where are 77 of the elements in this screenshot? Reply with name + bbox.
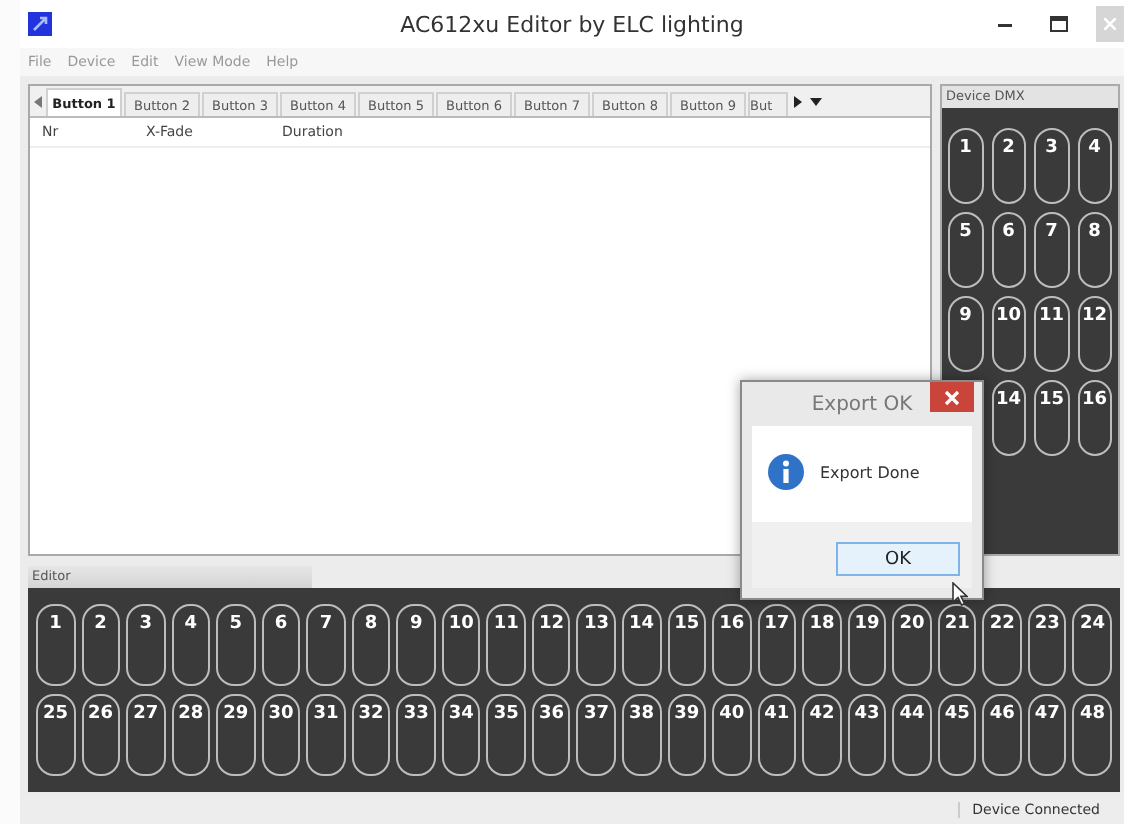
- channel-pad[interactable]: 14: [622, 604, 662, 686]
- channel-pad[interactable]: 23: [1027, 604, 1067, 686]
- channel-pad[interactable]: 13: [576, 604, 617, 686]
- app-icon: [28, 12, 52, 36]
- channel-pad[interactable]: 3: [1034, 128, 1069, 204]
- channel-pad[interactable]: 43: [847, 694, 887, 776]
- channel-pad[interactable]: 17: [757, 604, 797, 686]
- channel-pad[interactable]: 31: [306, 694, 346, 776]
- close-icon: [1104, 18, 1116, 30]
- channel-pad[interactable]: 24: [1072, 604, 1112, 686]
- channel-pad[interactable]: 2: [991, 128, 1026, 204]
- channel-pad[interactable]: 6: [991, 212, 1026, 288]
- channel-pad[interactable]: 20: [892, 604, 932, 686]
- channel-pad[interactable]: 4: [171, 604, 211, 686]
- maximize-button[interactable]: [1044, 10, 1072, 38]
- channel-pad[interactable]: 39: [667, 694, 707, 776]
- dropdown-icon[interactable]: [810, 98, 822, 106]
- channel-pad[interactable]: 32: [351, 694, 391, 776]
- channel-pad[interactable]: 1: [36, 604, 76, 686]
- channel-pad[interactable]: 7: [306, 604, 346, 686]
- channel-pad[interactable]: 9: [396, 604, 436, 686]
- channel-pad[interactable]: 40: [712, 694, 752, 776]
- channel-pad[interactable]: 41: [757, 694, 797, 776]
- channel-pad[interactable]: 19: [847, 604, 887, 686]
- scroll-left-icon[interactable]: [34, 96, 42, 108]
- channel-pad[interactable]: 29: [216, 694, 256, 776]
- channel-pad[interactable]: 4: [1077, 128, 1112, 204]
- channel-pad[interactable]: 16: [1077, 380, 1112, 456]
- channel-pad[interactable]: 21: [937, 604, 977, 686]
- ok-button[interactable]: OK: [836, 542, 960, 576]
- channel-pad[interactable]: 10: [441, 604, 481, 686]
- channel-pad[interactable]: 22: [982, 604, 1022, 686]
- channel-pad[interactable]: 37: [576, 694, 617, 776]
- channel-pad[interactable]: 25: [36, 694, 76, 776]
- channel-pad[interactable]: 8: [351, 604, 391, 686]
- channel-pad[interactable]: 42: [802, 694, 842, 776]
- channel-pad[interactable]: 16: [712, 604, 752, 686]
- channel-pad[interactable]: 33: [396, 694, 436, 776]
- channel-pad[interactable]: 14: [991, 380, 1026, 456]
- channel-pad[interactable]: 12: [531, 604, 571, 686]
- channel-pad[interactable]: 30: [261, 694, 301, 776]
- dialog-message: Export Done: [820, 463, 920, 481]
- channel-pad[interactable]: 36: [531, 694, 571, 776]
- channel-pad[interactable]: 5: [216, 604, 256, 686]
- channel-pad[interactable]: 11: [1034, 296, 1069, 372]
- channel-pad[interactable]: 3: [126, 604, 166, 686]
- channel-pad[interactable]: 8: [1077, 212, 1112, 288]
- channel-pad[interactable]: 47: [1027, 694, 1067, 776]
- channel-pad[interactable]: 26: [81, 694, 121, 776]
- channel-pad[interactable]: 48: [1072, 694, 1112, 776]
- channel-pad[interactable]: 44: [892, 694, 932, 776]
- channel-pad[interactable]: 7: [1034, 212, 1069, 288]
- channel-pad[interactable]: 1: [948, 128, 983, 204]
- channel-pad[interactable]: 28: [171, 694, 211, 776]
- channel-pad[interactable]: 9: [948, 296, 983, 372]
- info-icon: [768, 454, 804, 490]
- channel-pad[interactable]: 18: [802, 604, 842, 686]
- channel-pad[interactable]: 6: [261, 604, 301, 686]
- close-icon: [944, 389, 960, 405]
- window-title: AC612xu Editor by ELC lighting: [398, 11, 746, 37]
- channel-pad[interactable]: 12: [1077, 296, 1112, 372]
- channel-pad[interactable]: 15: [1034, 380, 1069, 456]
- channel-pad[interactable]: 46: [982, 694, 1022, 776]
- channel-pad[interactable]: 2: [81, 604, 121, 686]
- channel-pad[interactable]: 35: [486, 694, 526, 776]
- channel-pad[interactable]: 5: [948, 212, 983, 288]
- dialog-title: Export OK: [811, 393, 913, 415]
- channel-pad[interactable]: 27: [126, 694, 166, 776]
- channel-pad[interactable]: 15: [667, 604, 707, 686]
- maximize-icon: [1049, 16, 1067, 32]
- channel-pad[interactable]: 34: [441, 694, 481, 776]
- channel-pad[interactable]: 11: [486, 604, 526, 686]
- channel-pad[interactable]: 10: [991, 296, 1026, 372]
- scroll-right-icon[interactable]: [794, 96, 802, 108]
- channel-pad[interactable]: 38: [622, 694, 662, 776]
- channel-pad[interactable]: 45: [937, 694, 977, 776]
- close-button[interactable]: [930, 382, 974, 412]
